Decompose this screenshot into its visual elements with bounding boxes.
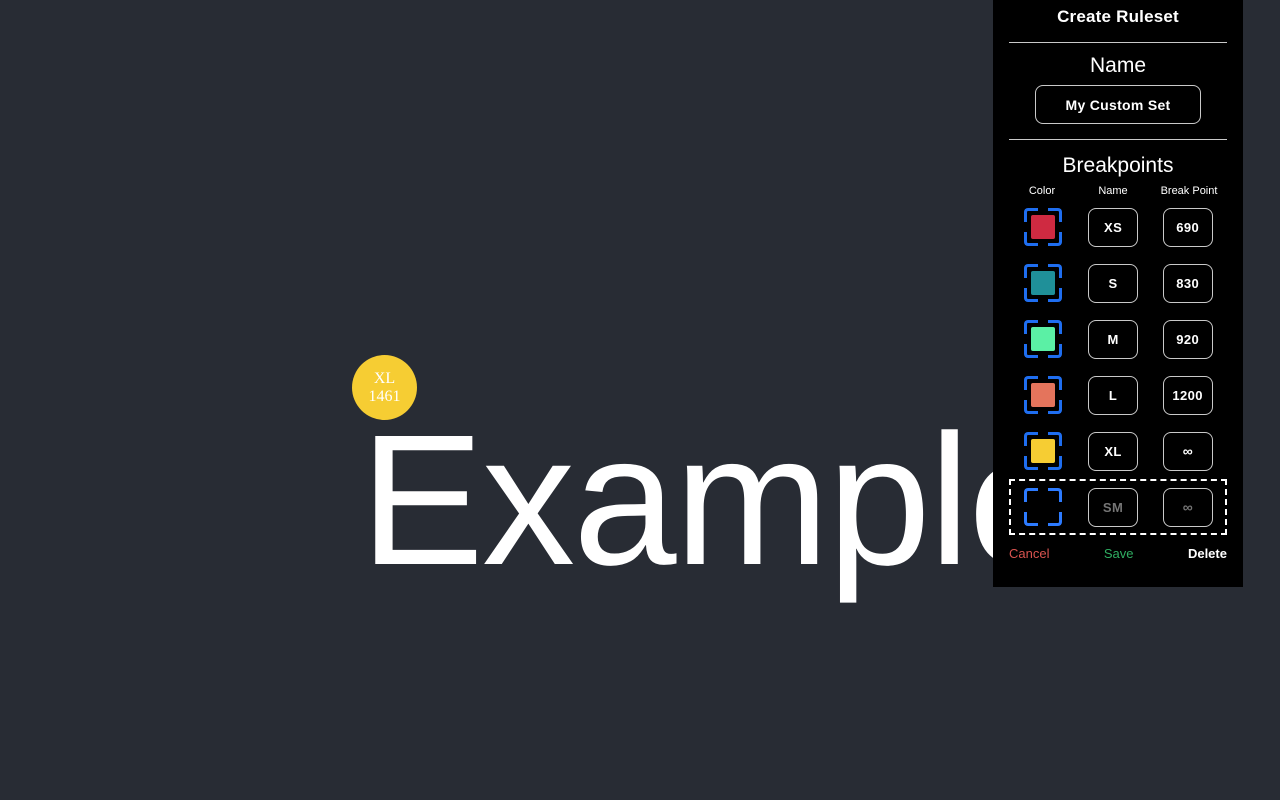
breakpoint-value-cell (1150, 375, 1225, 415)
breakpoint-row[interactable] (1009, 367, 1227, 423)
selection-bracket-corner-icon (1024, 512, 1039, 526)
breakpoint-name-input[interactable] (1088, 207, 1139, 247)
selection-bracket-corner-icon (1024, 456, 1039, 470)
breakpoint-value-cell (1150, 431, 1225, 471)
breakpoints-section-heading: Breakpoints (1062, 154, 1174, 177)
breakpoint-value-input[interactable] (1162, 319, 1213, 359)
selection-bracket-corner-icon (1048, 488, 1063, 502)
panel-title: Create Ruleset (1057, 7, 1179, 26)
breakpoint-value-input[interactable] (1162, 263, 1213, 303)
preview-headline-text: Example (360, 397, 1072, 604)
breakpoint-row[interactable] (1009, 255, 1227, 311)
color-swatch-picker[interactable] (1024, 376, 1063, 414)
selection-bracket-corner-icon (1024, 376, 1039, 390)
breakpoint-name-input[interactable] (1088, 319, 1139, 359)
breakpoint-name-input[interactable] (1088, 487, 1139, 527)
selection-bracket-corner-icon (1024, 344, 1039, 358)
selection-bracket-corner-icon (1048, 232, 1063, 246)
selection-bracket-corner-icon (1048, 400, 1063, 414)
breakpoint-name-cell (1076, 319, 1151, 359)
breakpoint-color-cell (1011, 320, 1076, 358)
breakpoint-value-input[interactable] (1162, 487, 1213, 527)
selection-bracket-corner-icon (1048, 320, 1063, 334)
breakpoint-name-input[interactable] (1088, 263, 1139, 303)
selection-bracket-corner-icon (1024, 232, 1039, 246)
preview-canvas: XL 1461 Example (0, 0, 1072, 800)
breakpoint-name-input[interactable] (1088, 431, 1139, 471)
selection-bracket-corner-icon (1048, 456, 1063, 470)
column-header-breakpoint: Break Point (1160, 185, 1218, 197)
breakpoint-name-cell (1076, 263, 1151, 303)
breakpoint-name-cell (1076, 487, 1151, 527)
selection-bracket-corner-icon (1024, 264, 1039, 278)
selection-bracket-corner-icon (1048, 344, 1063, 358)
selection-bracket-corner-icon (1048, 288, 1063, 302)
color-swatch-picker[interactable] (1024, 208, 1063, 246)
selection-bracket-corner-icon (1048, 264, 1063, 278)
breakpoints-row-list (1009, 199, 1227, 535)
selection-bracket-corner-icon (1024, 320, 1039, 334)
selection-bracket-corner-icon (1048, 376, 1063, 390)
breakpoint-value-input[interactable] (1162, 207, 1213, 247)
selection-bracket-corner-icon (1024, 488, 1039, 502)
breakpoint-name-cell (1076, 207, 1151, 247)
breakpoint-row[interactable] (1009, 479, 1227, 535)
breakpoint-name-input[interactable] (1088, 375, 1139, 415)
color-swatch-picker[interactable] (1024, 488, 1063, 526)
column-header-color: Color (1028, 185, 1056, 197)
breakpoint-name-cell (1076, 431, 1151, 471)
breakpoint-color-cell (1011, 432, 1076, 470)
create-ruleset-panel: Create Ruleset Name Breakpoints Color Na… (993, 0, 1243, 587)
color-swatch-picker[interactable] (1024, 432, 1063, 470)
badge-breakpoint-name: XL (373, 369, 396, 387)
breakpoint-row[interactable] (1009, 311, 1227, 367)
selection-bracket-corner-icon (1048, 208, 1063, 222)
selection-bracket-corner-icon (1048, 432, 1063, 446)
selection-bracket-corner-icon (1024, 288, 1039, 302)
breakpoint-value-cell (1150, 319, 1225, 359)
cancel-button[interactable]: Cancel (1009, 546, 1049, 561)
selection-bracket-corner-icon (1024, 208, 1039, 222)
breakpoint-color-cell (1011, 208, 1076, 246)
selection-bracket-corner-icon (1048, 512, 1063, 526)
ruleset-name-input[interactable] (1035, 85, 1201, 124)
selection-bracket-corner-icon (1024, 432, 1039, 446)
breakpoints-column-headers: Color Name Break Point (1009, 185, 1227, 197)
breakpoint-color-cell (1011, 488, 1076, 526)
color-swatch-picker[interactable] (1024, 320, 1063, 358)
breakpoint-color-cell (1011, 264, 1076, 302)
color-swatch-picker[interactable] (1024, 264, 1063, 302)
breakpoint-value-cell (1150, 487, 1225, 527)
breakpoint-value-cell (1150, 263, 1225, 303)
breakpoint-row[interactable] (1009, 423, 1227, 479)
breakpoint-color-cell (1011, 376, 1076, 414)
panel-action-bar: Cancel Save Delete (1009, 546, 1227, 561)
breakpoint-value-cell (1150, 207, 1225, 247)
name-field-wrapper (1009, 85, 1227, 124)
delete-button[interactable]: Delete (1188, 546, 1227, 561)
breakpoint-value-input[interactable] (1162, 375, 1213, 415)
column-header-name: Name (1098, 185, 1128, 197)
save-button[interactable]: Save (1104, 546, 1134, 561)
breakpoint-name-cell (1076, 375, 1151, 415)
name-section-heading: Name (1089, 54, 1147, 77)
breakpoint-row[interactable] (1009, 199, 1227, 255)
selection-bracket-corner-icon (1024, 400, 1039, 414)
breakpoint-value-input[interactable] (1162, 431, 1213, 471)
